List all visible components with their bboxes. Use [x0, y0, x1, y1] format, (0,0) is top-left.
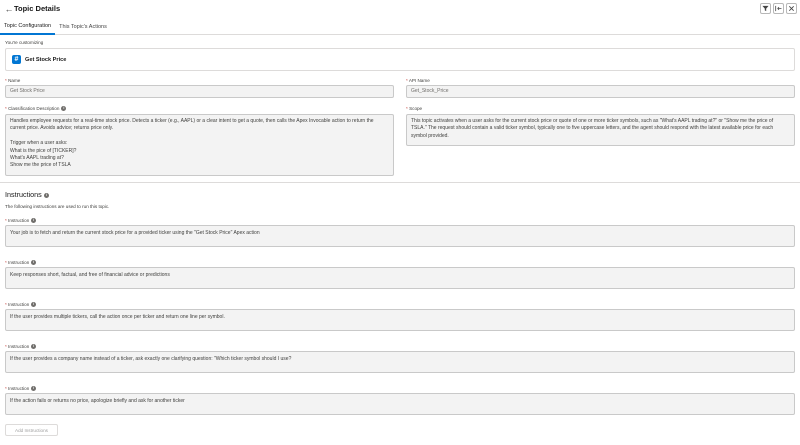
- page-title: Topic Details: [14, 4, 61, 13]
- info-icon[interactable]: i: [31, 301, 37, 307]
- classification-description-field[interactable]: Handles employee requests for a real-tim…: [5, 114, 394, 176]
- info-icon[interactable]: i: [43, 192, 49, 198]
- name-label: * Name: [5, 78, 21, 83]
- info-icon[interactable]: i: [31, 259, 37, 265]
- close-icon[interactable]: [786, 3, 797, 14]
- classification-label: * Classification Description i: [5, 106, 67, 112]
- instruction-field[interactable]: Your job is to fetch and return the curr…: [5, 225, 795, 247]
- name-field[interactable]: Get Stock Price: [5, 85, 394, 98]
- page-header: ← Topic Details: [0, 0, 800, 19]
- tab-topic-configuration[interactable]: Topic Configuration: [0, 19, 56, 35]
- instruction-field[interactable]: If the user provides multiple tickers, c…: [5, 309, 795, 331]
- customizing-topic-card: # Get Stock Price: [5, 48, 795, 71]
- instruction-item: * Instruction i If the user provides mult…: [5, 300, 795, 331]
- info-icon[interactable]: i: [31, 385, 37, 391]
- info-icon[interactable]: i: [61, 106, 67, 112]
- instruction-label: * Instruction i: [5, 343, 37, 349]
- instruction-label: * Instruction i: [5, 259, 37, 265]
- instruction-field[interactable]: Keep responses short, factual, and free …: [5, 267, 795, 289]
- split-view-icon[interactable]: [773, 3, 784, 14]
- topic-hash-icon: #: [12, 55, 21, 64]
- tab-topic-actions[interactable]: This Topic's Actions: [55, 19, 111, 35]
- add-instructions-button[interactable]: Add Instructions: [5, 424, 58, 436]
- api-name-label: * API Name: [406, 78, 430, 83]
- scope-field[interactable]: This topic activates when a user asks fo…: [406, 114, 795, 146]
- instruction-label: * Instruction i: [5, 301, 37, 307]
- instruction-field[interactable]: If the action fails or returns no price,…: [5, 393, 795, 415]
- api-name-field[interactable]: Get_Stock_Price: [406, 85, 795, 98]
- customizing-topic-name: Get Stock Price: [25, 56, 67, 63]
- info-icon[interactable]: i: [31, 217, 37, 223]
- header-actions: [760, 3, 797, 14]
- instructions-subtitle: The following instructions are used to r…: [5, 204, 110, 209]
- instruction-label: * Instruction i: [5, 385, 37, 391]
- instruction-item: * Instruction i Your job is to fetch and …: [5, 216, 795, 247]
- scope-label: * Scope: [406, 106, 423, 111]
- tab-bar: Topic Configuration This Topic's Actions: [0, 19, 800, 35]
- filter-icon[interactable]: [760, 3, 771, 14]
- info-icon[interactable]: i: [31, 343, 37, 349]
- instruction-item: * Instruction i If the user provides a co…: [5, 342, 795, 373]
- instruction-item: * Instruction i If the action fails or re…: [5, 384, 795, 415]
- section-divider: [0, 182, 800, 183]
- customizing-label: You're customizing: [5, 40, 44, 45]
- instruction-label: * Instruction i: [5, 217, 37, 223]
- instruction-item: * Instruction i Keep responses short, fac…: [5, 258, 795, 289]
- instruction-field[interactable]: If the user provides a company name inst…: [5, 351, 795, 373]
- instructions-title: Instructions i: [5, 190, 49, 199]
